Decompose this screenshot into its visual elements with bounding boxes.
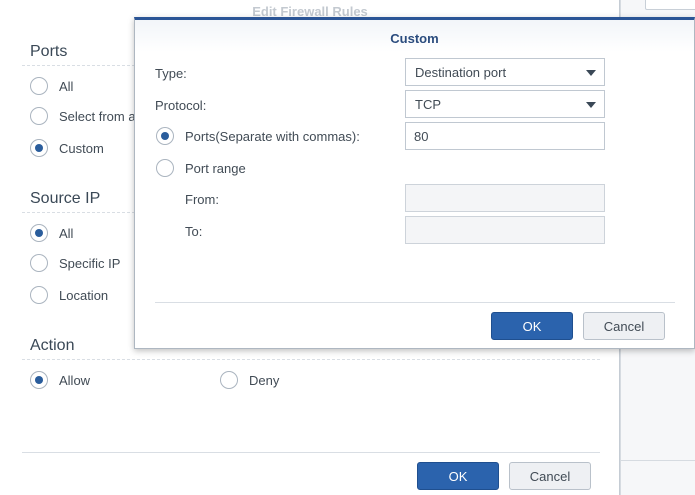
source-ip-all-radio[interactable] xyxy=(30,224,48,242)
ports-select-from-list-label: Select from a xyxy=(59,108,136,124)
action-deny-label: Deny xyxy=(249,372,280,388)
custom-dialog-footer-divider xyxy=(155,302,675,303)
protocol-select[interactable]: TCP xyxy=(405,90,605,118)
ports-section-title: Ports xyxy=(30,43,68,60)
ports-list-radio[interactable] xyxy=(156,127,174,145)
ports-select-from-list-radio[interactable] xyxy=(30,107,48,125)
port-range-label: Port range xyxy=(185,160,246,176)
action-section-title: Action xyxy=(30,337,75,354)
ports-all-radio[interactable] xyxy=(30,77,48,95)
ok-button[interactable]: OK xyxy=(417,462,499,490)
ports-list-label: Ports(Separate with commas): xyxy=(185,128,360,144)
custom-ok-button[interactable]: OK xyxy=(491,312,573,340)
source-ip-specific-radio[interactable] xyxy=(30,254,48,272)
type-label: Type: xyxy=(155,66,187,81)
dialog-footer-divider xyxy=(22,452,600,453)
source-ip-location-label: Location xyxy=(59,287,109,303)
source-ip-specific-label: Specific IP xyxy=(59,255,121,271)
ports-custom-option[interactable]: Custom xyxy=(30,139,104,157)
action-allow-option[interactable]: Allow xyxy=(30,371,90,389)
ports-select-from-list-option[interactable]: Select from a xyxy=(30,107,136,125)
chevron-down-icon xyxy=(586,102,596,108)
source-ip-all-label: All xyxy=(59,225,74,241)
protocol-label: Protocol: xyxy=(155,98,207,113)
type-select-value: Destination port xyxy=(415,64,507,80)
source-ip-location-radio[interactable] xyxy=(30,286,48,304)
action-deny-option[interactable]: Deny xyxy=(220,371,279,389)
port-range-option[interactable]: Port range xyxy=(156,159,246,177)
port-range-radio[interactable] xyxy=(156,159,174,177)
background-control xyxy=(645,0,695,10)
to-label: To: xyxy=(185,224,203,239)
ports-input[interactable]: 80 xyxy=(405,122,605,150)
action-deny-radio[interactable] xyxy=(220,371,238,389)
action-section-divider xyxy=(22,359,600,360)
from-port-input[interactable] xyxy=(405,184,605,212)
protocol-select-value: TCP xyxy=(415,96,441,112)
ports-input-value: 80 xyxy=(414,128,429,144)
chevron-down-icon xyxy=(586,70,596,76)
action-allow-radio[interactable] xyxy=(30,371,48,389)
custom-ports-dialog: Custom Type: Destination port Protocol: … xyxy=(134,17,695,349)
ports-custom-label: Custom xyxy=(59,140,104,156)
to-port-input[interactable] xyxy=(405,216,605,244)
source-ip-all-option[interactable]: All xyxy=(30,224,73,242)
action-allow-label: Allow xyxy=(59,372,91,388)
cancel-button[interactable]: Cancel xyxy=(509,462,591,490)
custom-dialog-title: Custom xyxy=(390,31,439,46)
ports-all-option[interactable]: All xyxy=(30,77,73,95)
ports-list-option[interactable]: Ports(Separate with commas): xyxy=(156,127,360,145)
background-divider xyxy=(620,460,695,461)
ports-all-label: All xyxy=(59,78,74,94)
type-select[interactable]: Destination port xyxy=(405,58,605,86)
ports-custom-radio[interactable] xyxy=(30,139,48,157)
source-ip-location-option[interactable]: Location xyxy=(30,286,108,304)
custom-cancel-button[interactable]: Cancel xyxy=(583,312,665,340)
source-ip-specific-option[interactable]: Specific IP xyxy=(30,254,120,272)
from-label: From: xyxy=(185,192,219,207)
source-ip-section-title: Source IP xyxy=(30,190,101,207)
